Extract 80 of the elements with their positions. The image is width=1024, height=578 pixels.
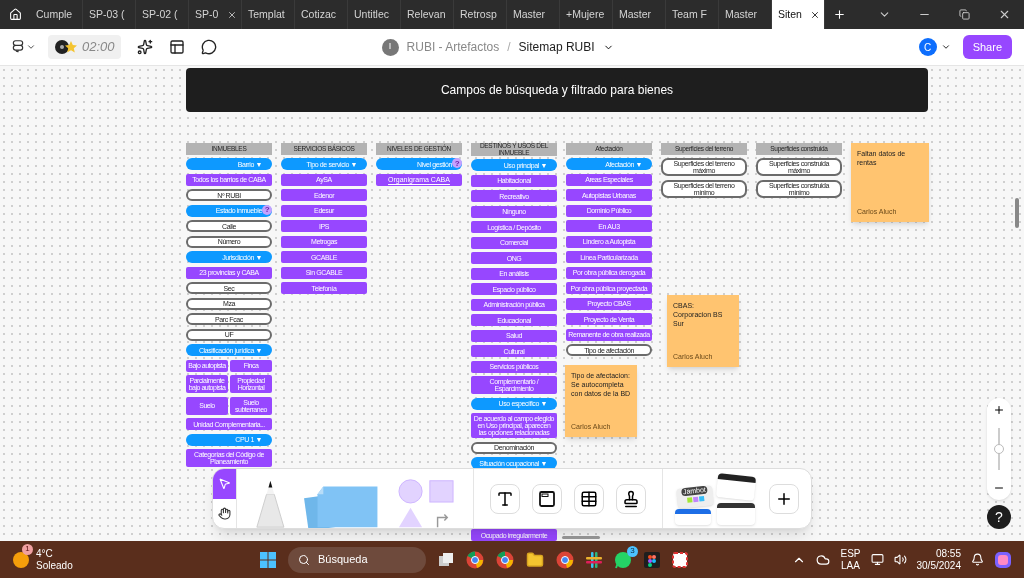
- frame-tool[interactable]: [532, 483, 562, 514]
- file-name[interactable]: Sitemap RUBI: [518, 38, 595, 56]
- weather-condition: Soleado: [36, 559, 73, 572]
- user-avatar[interactable]: C: [918, 38, 937, 56]
- help-button[interactable]: ?: [987, 505, 1011, 529]
- browser-tab[interactable]: Untitlec: [348, 0, 401, 29]
- chevron-down-icon[interactable]: [26, 42, 36, 52]
- notifications-icon[interactable]: [971, 553, 984, 566]
- snipping-tool-icon[interactable]: [672, 551, 688, 568]
- language-indicator[interactable]: ESP LAA: [840, 547, 861, 572]
- select-tool[interactable]: [213, 469, 236, 499]
- add-button[interactable]: [769, 483, 799, 514]
- browser-tab[interactable]: SP-0: [189, 0, 242, 29]
- project-link[interactable]: RUBI - Artefactos: [406, 38, 500, 56]
- horizontal-scrollbar[interactable]: [562, 536, 600, 539]
- chrome-icon[interactable]: [556, 550, 574, 569]
- design-app-icon[interactable]: [644, 551, 660, 568]
- zoom-in-icon[interactable]: [993, 404, 1005, 416]
- record-sticker-icon: [54, 39, 78, 55]
- table-tool[interactable]: [574, 483, 604, 514]
- logo-icon: [12, 40, 24, 54]
- browser-tab[interactable]: Siten: [772, 0, 825, 29]
- zoom-slider-thumb[interactable]: [994, 444, 1004, 454]
- question-badge: ?: [452, 158, 462, 168]
- text-tool[interactable]: [490, 483, 520, 514]
- canvas[interactable]: [0, 66, 1024, 541]
- chrome-icon[interactable]: [496, 550, 514, 569]
- table-icon[interactable]: [580, 489, 598, 508]
- plus-icon[interactable]: [832, 8, 846, 21]
- close-icon[interactable]: [227, 9, 237, 20]
- home-icon: [8, 8, 22, 21]
- task-view-icon[interactable]: [438, 551, 454, 568]
- temperature: 4°C: [36, 547, 54, 560]
- chat-bubble-icon[interactable]: [614, 550, 632, 569]
- browser-tab[interactable]: Templat: [242, 0, 295, 29]
- chevron-down-icon[interactable]: [940, 42, 951, 52]
- frame-icon: [538, 489, 556, 508]
- search-icon: [298, 553, 310, 566]
- browser-tab[interactable]: Master: [507, 0, 560, 29]
- notification-badge: 3: [627, 545, 638, 557]
- close-icon[interactable]: [810, 9, 820, 20]
- stamp-icon[interactable]: [622, 489, 640, 508]
- browser-tab[interactable]: Cotizac: [295, 0, 348, 29]
- volume-icon[interactable]: [893, 553, 907, 566]
- clock[interactable]: 08:55 30/5/2024: [916, 547, 961, 572]
- section-title: Campos de búsqueda y filtrado para bienes: [440, 82, 674, 99]
- vertical-scrollbar[interactable]: [1015, 198, 1019, 228]
- network-icon[interactable]: [870, 553, 884, 566]
- hand-icon[interactable]: [218, 506, 231, 520]
- folder-icon[interactable]: [526, 550, 544, 569]
- notification-badge: 1: [22, 543, 33, 555]
- browser-tab[interactable]: Cumple: [30, 0, 83, 29]
- ai-sparkle-icon[interactable]: [136, 39, 153, 55]
- layout-icon[interactable]: [168, 39, 185, 55]
- copilot-icon[interactable]: [994, 550, 1012, 569]
- question-badge: ?: [262, 204, 272, 215]
- chrome-icon[interactable]: [466, 550, 484, 569]
- text-icon[interactable]: [496, 489, 514, 508]
- comment-icon[interactable]: [200, 39, 217, 55]
- stamp-tool[interactable]: [616, 483, 646, 514]
- weather-sun-icon: [12, 550, 30, 569]
- breadcrumb-separator: /: [507, 39, 511, 56]
- browser-tab[interactable]: Master: [613, 0, 666, 29]
- search-field[interactable]: Búsqueda: [288, 546, 426, 573]
- share-button[interactable]: Share: [962, 35, 1012, 59]
- browser-tab[interactable]: Relevan: [401, 0, 454, 29]
- windows-start-icon[interactable]: [260, 551, 276, 568]
- timer-text: 02:00: [82, 38, 115, 57]
- browser-tab[interactable]: SP-02 (: [136, 0, 189, 29]
- team-avatar[interactable]: I: [381, 38, 399, 56]
- browser-tab[interactable]: +Mujere: [560, 0, 613, 29]
- restore-icon[interactable]: [958, 9, 970, 20]
- cloud-icon[interactable]: [816, 552, 831, 567]
- timer-widget[interactable]: 02:00: [48, 35, 121, 59]
- cursor-icon[interactable]: [218, 477, 231, 491]
- browser-tab[interactable]: Retrosp: [454, 0, 507, 29]
- browser-tab[interactable]: Team F: [666, 0, 719, 29]
- browser-tab[interactable]: SP-03 (: [83, 0, 136, 29]
- hash-grid-icon[interactable]: [586, 551, 602, 568]
- main-menu-button[interactable]: [12, 40, 36, 54]
